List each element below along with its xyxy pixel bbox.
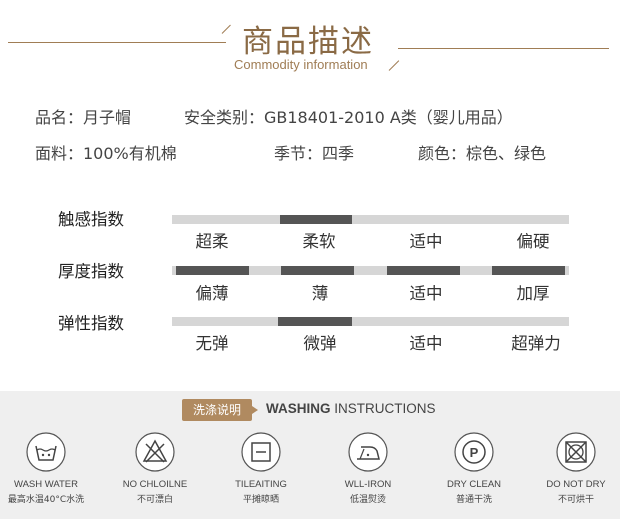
wash-water-icon [26, 432, 66, 472]
no-bleach-en: NO CHLOILNE [122, 479, 188, 490]
wash-item-iron: WLL-IRON 低温熨烫 [318, 432, 418, 505]
flat-dry-en: TILEAITING [235, 479, 287, 490]
no-tumble-dry-en: DO NOT DRY [546, 479, 606, 490]
dry-clean-en: DRY CLEAN [446, 479, 502, 490]
flat-dry-icon [241, 432, 281, 472]
thickness-option-1: 偏薄 [195, 284, 229, 303]
svg-text:P: P [470, 445, 479, 460]
elasticity-index-marker [278, 317, 352, 326]
header-line-left [8, 42, 226, 43]
header-line-right-slant [388, 60, 400, 71]
wash-item-no-bleach: NO CHLOILNE 不可漂白 [105, 432, 205, 505]
washing-badge: 洗涤说明 [182, 399, 258, 421]
thickness-option-2: 薄 [311, 284, 329, 303]
thickness-index-segment-2 [281, 266, 354, 275]
product-name: 品名：月子帽 [35, 108, 132, 127]
wash-item-no-tumble-dry: DO NOT DRY 不可烘干 [526, 432, 620, 505]
material: 面料：100%有机棉 [35, 144, 177, 163]
flat-dry-cn: 平摊晾晒 [242, 495, 279, 505]
touch-index-label: 触感指数 [58, 210, 124, 229]
washing-title: WASHING INSTRUCTIONS [266, 401, 436, 416]
no-tumble-dry-cn: 不可烘干 [557, 495, 594, 505]
iron-icon [348, 432, 388, 472]
wash-item-dry-clean: P DRY CLEAN 普通干洗 [424, 432, 524, 505]
thickness-option-3: 适中 [409, 284, 443, 303]
wash-water-cn: 最高水温40°C水洗 [7, 495, 85, 505]
iron-en: WLL-IRON [344, 479, 392, 490]
washing-title-bold: WASHING [266, 401, 331, 416]
color-options: 颜色：棕色、绿色 [418, 144, 547, 163]
page-title: 商品描述 [242, 24, 374, 60]
thickness-index-label: 厚度指数 [58, 262, 124, 281]
page-subtitle: Commodity information [234, 57, 368, 72]
iron-cn: 低温熨烫 [349, 495, 386, 505]
touch-option-4: 偏硬 [516, 232, 550, 251]
wash-water-en: WASH WATER [13, 479, 79, 490]
wash-item-flat-dry: TILEAITING 平摊晾晒 [211, 432, 311, 505]
no-bleach-icon [135, 432, 175, 472]
safety-category: 安全类别：GB18401-2010 A类（婴儿用品） [184, 108, 513, 127]
dry-clean-icon: P [454, 432, 494, 472]
touch-index-marker [280, 215, 352, 224]
elasticity-option-3: 适中 [409, 334, 443, 353]
touch-index-track [172, 215, 569, 224]
elasticity-option-1: 无弹 [195, 334, 229, 353]
no-bleach-cn: 不可漂白 [136, 495, 173, 505]
touch-option-2: 柔软 [302, 232, 336, 251]
elasticity-index-track [172, 317, 569, 326]
elasticity-option-2: 微弹 [303, 334, 337, 353]
thickness-index-segment-1 [176, 266, 249, 275]
header-line-left-slant [221, 24, 231, 34]
thickness-option-4: 加厚 [516, 284, 550, 303]
thickness-index-track [172, 266, 569, 275]
header-line-right [398, 48, 609, 49]
touch-option-3: 适中 [409, 232, 443, 251]
touch-option-1: 超柔 [195, 232, 229, 251]
elasticity-option-4: 超弹力 [511, 334, 561, 353]
wash-item-wash-water: WASH WATER 最高水温40°C水洗 [0, 432, 96, 505]
elasticity-index-label: 弹性指数 [58, 314, 124, 333]
washing-title-rest: INSTRUCTIONS [330, 401, 436, 416]
thickness-index-segment-4 [492, 266, 565, 275]
season: 季节：四季 [274, 144, 355, 163]
no-tumble-dry-icon [556, 432, 596, 472]
thickness-index-segment-3 [387, 266, 460, 275]
dry-clean-cn: 普通干洗 [455, 495, 492, 505]
